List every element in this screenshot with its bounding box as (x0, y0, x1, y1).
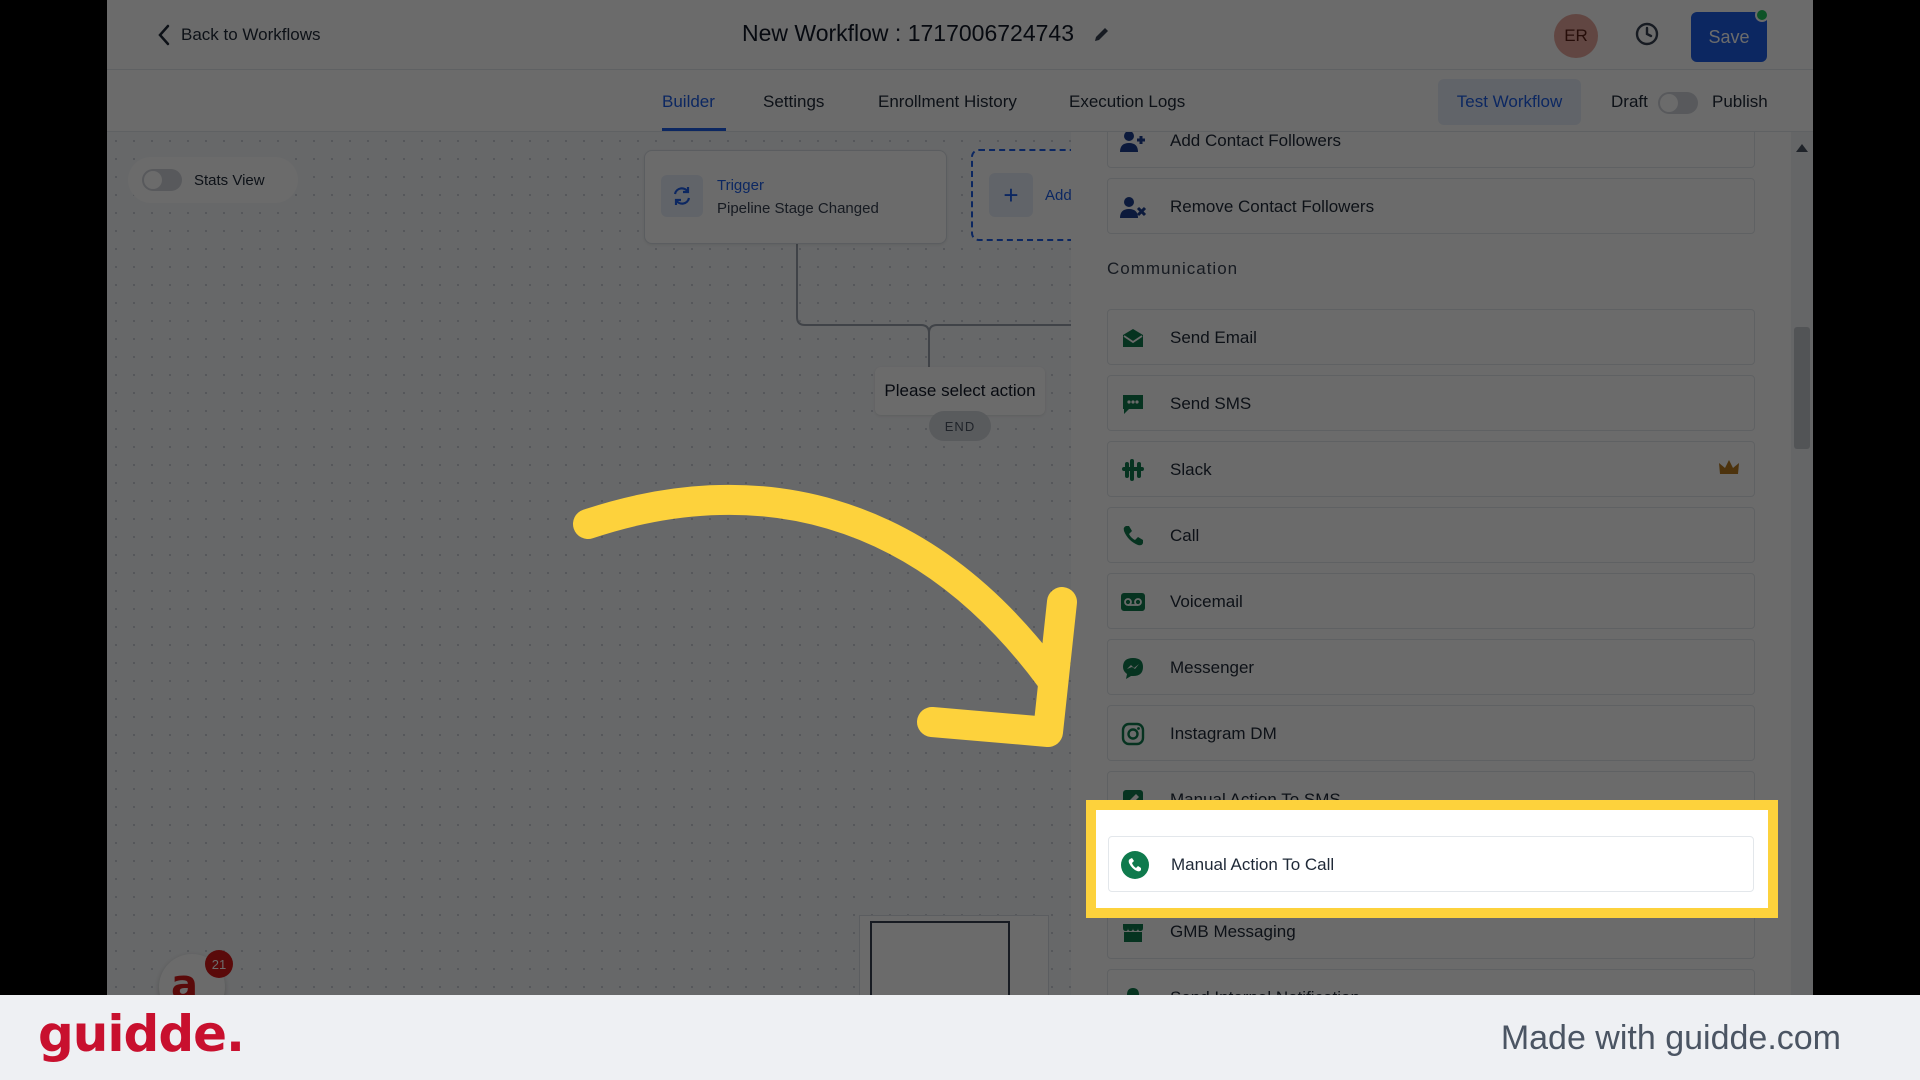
select-action-placeholder[interactable]: Please select action (875, 367, 1045, 415)
stats-view-label: Stats View (194, 171, 265, 189)
action-item-call[interactable]: Call (1107, 507, 1755, 563)
trigger-node[interactable]: Trigger Pipeline Stage Changed (644, 150, 947, 244)
scrollbar[interactable] (1791, 132, 1813, 995)
test-workflow-button[interactable]: Test Workflow (1438, 79, 1581, 125)
screen: Back to Workflows New Workflow : 1717006… (0, 0, 1920, 1080)
tab-settings[interactable]: Settings (763, 92, 824, 112)
publish-toggle[interactable] (1658, 92, 1698, 114)
workflow-title-text: New Workflow : 1717006724743 (742, 20, 1075, 46)
scrollbar-thumb[interactable] (1794, 327, 1810, 449)
edit-pencil-icon[interactable] (1092, 24, 1112, 44)
action-item-label: Messenger (1170, 658, 1255, 677)
guidde-logo: guidde. (38, 1005, 245, 1063)
workflow-canvas[interactable]: Stats View Trigger Pipeline Stage Change… (107, 132, 1081, 995)
minimap-viewport[interactable] (870, 921, 1010, 995)
stats-view-switch[interactable] (142, 169, 182, 191)
action-item-add-contact-followers[interactable]: Add Contact Followers (1107, 132, 1755, 168)
slack-icon (1118, 455, 1148, 485)
action-item-label: Send SMS (1170, 394, 1252, 413)
action-item-label: Add Contact Followers (1170, 132, 1342, 150)
premium-crown-icon (1718, 458, 1740, 478)
voicemail-icon (1118, 587, 1148, 617)
notification-icon (1118, 983, 1148, 995)
chevron-left-icon (158, 24, 170, 46)
back-label: Back to Workflows (181, 25, 321, 44)
action-item-send-internal-notification[interactable]: Send Internal Notification (1107, 969, 1755, 995)
workflow-title: New Workflow : 1717006724743 (742, 20, 1112, 47)
stats-view-toggle[interactable]: Stats View (128, 157, 298, 203)
action-item-label: Slack (1170, 460, 1212, 479)
history-clock-icon[interactable] (1633, 20, 1661, 48)
tab-enrollment-history[interactable]: Enrollment History (878, 92, 1017, 112)
made-with-text: Made with guidde.com (1500, 1019, 1841, 1057)
action-item-manual-action-to-call[interactable]: Manual Action To Call (1108, 836, 1754, 892)
action-item-remove-contact-followers[interactable]: Remove Contact Followers (1107, 178, 1755, 234)
draft-label: Draft (1611, 92, 1648, 111)
messenger-icon (1118, 653, 1148, 683)
back-to-workflows-link[interactable]: Back to Workflows (157, 22, 321, 48)
action-item-label: GMB Messaging (1170, 922, 1296, 941)
trigger-subtitle: Pipeline Stage Changed (717, 200, 879, 217)
tab-bar: Builder Settings Enrollment History Exec… (107, 70, 1813, 132)
remove-user-icon (1118, 192, 1148, 222)
action-item-messenger[interactable]: Messenger (1107, 639, 1755, 695)
manual-call-icon (1121, 851, 1149, 879)
top-bar: Back to Workflows New Workflow : 1717006… (107, 0, 1813, 70)
sms-icon (1118, 389, 1148, 419)
avatar-initials: ER (1564, 26, 1588, 45)
action-item-label: Voicemail (1170, 592, 1243, 611)
launcher-logo-icon: a (171, 962, 198, 995)
save-button[interactable]: Save (1691, 12, 1767, 62)
end-node: END (929, 411, 991, 441)
trigger-title: Trigger (717, 177, 764, 194)
phone-icon (1118, 521, 1148, 551)
scroll-up-arrow-icon[interactable] (1796, 144, 1808, 152)
action-item-instagram-dm[interactable]: Instagram DM (1107, 705, 1755, 761)
add-user-icon (1118, 132, 1148, 156)
action-item-label: Send Internal Notification (1170, 988, 1360, 995)
action-item-send-sms[interactable]: Send SMS (1107, 375, 1755, 431)
action-item-slack[interactable]: Slack (1107, 441, 1755, 497)
plus-icon: + (989, 173, 1033, 217)
minimap[interactable] (859, 915, 1049, 995)
active-tab-indicator (662, 128, 726, 131)
section-title-communication: Communication (1107, 259, 1239, 278)
tab-builder[interactable]: Builder (662, 92, 715, 112)
notification-badge: 21 (205, 950, 233, 978)
action-item-label: Remove Contact Followers (1170, 197, 1375, 216)
action-item-send-email[interactable]: Send Email (1107, 309, 1755, 365)
tutorial-highlight-frame: Manual Action To Call (1086, 800, 1778, 918)
action-item-label: Manual Action To Call (1171, 855, 1335, 874)
gmb-icon (1118, 917, 1148, 947)
add-label: Add (1045, 187, 1072, 204)
publish-label: Publish (1712, 92, 1768, 111)
action-item-label: Instagram DM (1170, 724, 1277, 743)
action-item-label: Send Email (1170, 328, 1257, 347)
add-trigger-node[interactable]: + Add (971, 149, 1081, 241)
action-item-label: Call (1170, 526, 1200, 545)
email-icon (1118, 323, 1148, 353)
instagram-icon (1118, 719, 1148, 749)
action-item-voicemail[interactable]: Voicemail (1107, 573, 1755, 629)
tab-execution-logs[interactable]: Execution Logs (1069, 92, 1185, 112)
footer-bar: guidde. Made with guidde.com (0, 995, 1920, 1080)
user-avatar[interactable]: ER (1554, 14, 1598, 58)
connector-lines (796, 244, 1071, 367)
save-status-dot (1755, 8, 1769, 22)
refresh-icon (661, 175, 703, 217)
